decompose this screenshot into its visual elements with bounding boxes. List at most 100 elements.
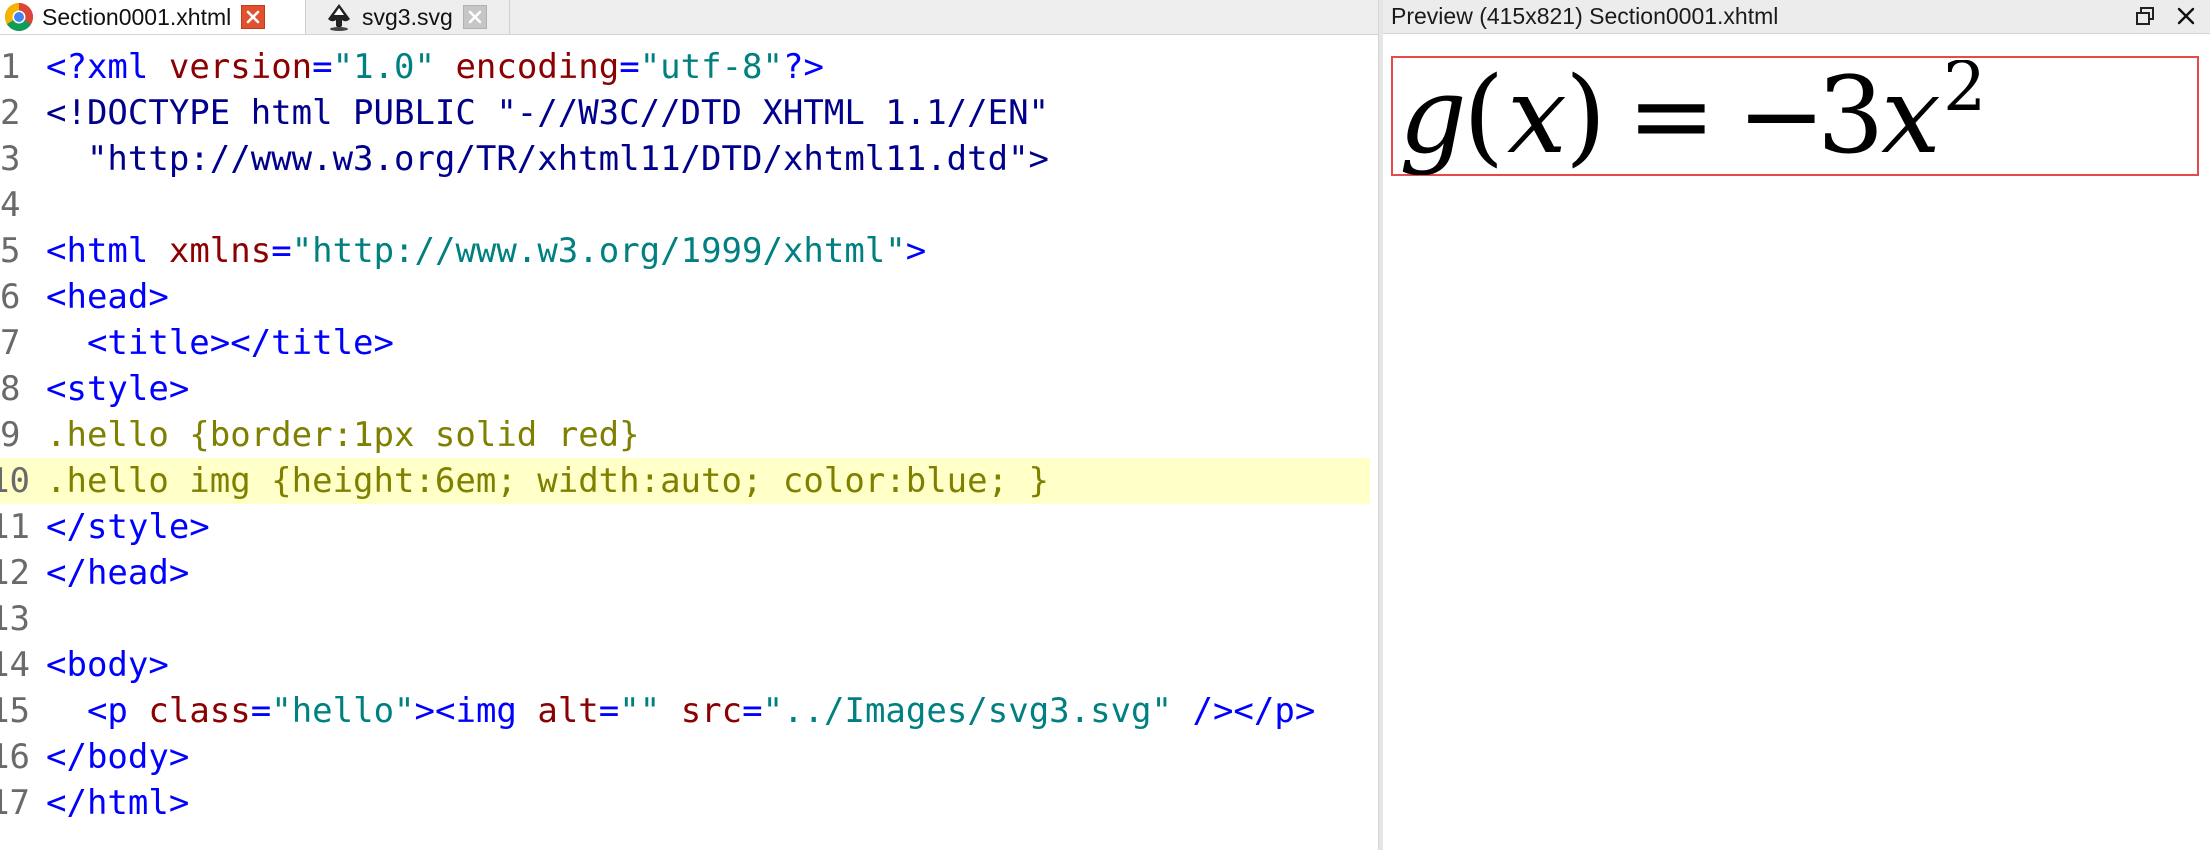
code-line[interactable]: 11 </style> <box>0 504 1370 550</box>
line-number: 3 <box>0 139 21 179</box>
code-token: "1.0" <box>332 47 435 87</box>
code-token: "../Images/svg3.svg" <box>762 691 1172 731</box>
tab-svg3[interactable]: svg3.svg <box>318 0 510 34</box>
code-token: p <box>1274 691 1295 731</box>
formula-coefficient: 3 <box>1817 60 1884 175</box>
inkscape-icon <box>328 4 350 31</box>
preview-header: Preview (415x821) Section0001.xhtml <box>1383 0 2210 34</box>
code-token: /></ <box>1172 691 1275 731</box>
code-token: "http://www.w3.org/1999/xhtml" <box>291 231 906 271</box>
code-token: <body> <box>46 645 169 685</box>
code-text-area[interactable]: 1 <?xml version="1.0" encoding="utf-8"?> 2… <box>0 44 1370 850</box>
line-text: <!DOCTYPE html PUBLIC "-//W3C//DTD XHTML… <box>46 90 1049 136</box>
code-token: alt <box>516 691 599 731</box>
line-text: <title></title> <box>46 320 394 366</box>
line-number: 6 <box>0 277 21 317</box>
line-number: 8 <box>0 369 21 409</box>
code-token: p <box>107 691 128 731</box>
code-line[interactable]: 16 </body> <box>0 734 1370 780</box>
code-token: </html> <box>46 783 190 823</box>
code-line[interactable]: 10 .hello img {height:6em; width:auto; co… <box>0 458 1370 504</box>
code-token: = <box>271 231 292 271</box>
code-token: </style> <box>46 507 210 547</box>
code-line[interactable]: 14 <body> <box>0 642 1370 688</box>
code-token: xml <box>86 47 149 87</box>
code-line[interactable]: 5 <html xmlns="http://www.w3.org/1999/xht… <box>0 228 1370 274</box>
line-text: <p class="hello"><img alt="" src="../Ima… <box>46 688 1315 734</box>
formula-g: g <box>1399 60 1467 175</box>
line-number: 11 <box>0 507 30 547</box>
code-line[interactable]: 15 <p class="hello"><img alt="" src="../… <box>0 688 1370 734</box>
line-number: 14 <box>0 645 30 685</box>
code-token: = <box>598 691 620 731</box>
line-text: </style> <box>46 504 210 550</box>
formula-x: x <box>1507 60 1567 175</box>
code-token: < <box>46 691 108 731</box>
line-number: 1 <box>0 47 21 87</box>
line-text: <head> <box>46 274 169 320</box>
code-line[interactable]: 7 <title></title> <box>0 320 1370 366</box>
code-token: >< <box>414 691 456 731</box>
line-number: 7 <box>0 323 21 363</box>
float-panel-button[interactable] <box>2134 5 2156 27</box>
formula-open-paren: ( <box>1463 60 1504 175</box>
code-token: <style> <box>46 369 190 409</box>
line-text: </html> <box>46 780 189 826</box>
preview-title: Preview (415x821) Section0001.xhtml <box>1391 3 1779 29</box>
line-number: 13 <box>0 599 30 639</box>
line-text: <html xmlns="http://www.w3.org/1999/xhtm… <box>46 228 926 274</box>
chrome-icon <box>5 3 33 31</box>
code-token: encoding <box>434 47 620 87</box>
code-token: .hello img {height:6em; width:auto; colo… <box>46 461 1050 501</box>
line-number: 12 <box>0 553 30 593</box>
code-line[interactable]: 4 <box>0 182 1370 228</box>
line-text: <style> <box>46 366 189 412</box>
close-tab-button[interactable] <box>241 5 266 29</box>
code-token: html <box>66 231 149 271</box>
line-number: 9 <box>0 415 21 455</box>
tab-label: svg3.svg <box>362 3 453 30</box>
formula-close-paren: ) <box>1565 60 1606 175</box>
preview-content: g ( x ) = − 3 x 2 <box>1383 34 2210 850</box>
close-icon <box>246 10 260 24</box>
code-token: src <box>660 691 743 731</box>
code-token: xmlns <box>148 231 272 271</box>
restore-window-icon <box>2136 7 2154 25</box>
app-window: Section0001.xhtml svg3.svg 1 <?xml versi… <box>0 0 2210 850</box>
code-editor[interactable]: Section0001.xhtml svg3.svg 1 <?xml versi… <box>0 0 1378 850</box>
formula-exponent: 2 <box>1943 60 1986 127</box>
line-text: "http://www.w3.org/TR/xhtml11/DTD/xhtml1… <box>46 136 1049 182</box>
code-token: </head> <box>46 553 190 593</box>
line-number: 2 <box>0 93 21 133</box>
code-line[interactable]: 12 </head> <box>0 550 1370 596</box>
close-preview-button[interactable] <box>2174 4 2198 28</box>
close-icon <box>2177 7 2195 25</box>
code-token: ?> <box>783 47 824 87</box>
code-token: = <box>742 691 763 731</box>
code-line[interactable]: 6 <head> <box>0 274 1370 320</box>
code-line[interactable]: 13 <box>0 596 1370 642</box>
formula-minus: − <box>1737 60 1826 175</box>
line-text: .hello img {height:6em; width:auto; colo… <box>46 458 1049 504</box>
code-line[interactable]: 1 <?xml version="1.0" encoding="utf-8"?> <box>0 44 1370 90</box>
line-text: <?xml version="1.0" encoding="utf-8"?> <box>46 44 824 90</box>
code-line[interactable]: 17 </html> <box>0 780 1370 826</box>
code-token: <head> <box>46 277 169 317</box>
tab-section0001[interactable]: Section0001.xhtml <box>0 0 306 34</box>
code-token: <title></title> <box>46 323 394 363</box>
formula-equals: = <box>1627 60 1716 175</box>
close-tab-button[interactable] <box>462 5 487 29</box>
code-token: <!DOCTYPE html PUBLIC "-//W3C//DTD XHTML… <box>46 93 1050 133</box>
line-number: 17 <box>0 783 30 823</box>
line-number: 15 <box>0 691 30 731</box>
hello-paragraph: g ( x ) = − 3 x 2 <box>1391 56 2199 176</box>
code-token: <? <box>46 47 87 87</box>
code-line[interactable]: 8 <style> <box>0 366 1370 412</box>
code-token: < <box>46 231 67 271</box>
code-line[interactable]: 3 "http://www.w3.org/TR/xhtml11/DTD/xhtm… <box>0 136 1370 182</box>
code-token: version <box>148 47 313 87</box>
code-line[interactable]: 2 <!DOCTYPE html PUBLIC "-//W3C//DTD XHTM… <box>0 90 1370 136</box>
code-line[interactable]: 9 .hello {border:1px solid red} <box>0 412 1370 458</box>
tab-label: Section0001.xhtml <box>42 3 232 30</box>
code-token: = <box>619 47 640 87</box>
